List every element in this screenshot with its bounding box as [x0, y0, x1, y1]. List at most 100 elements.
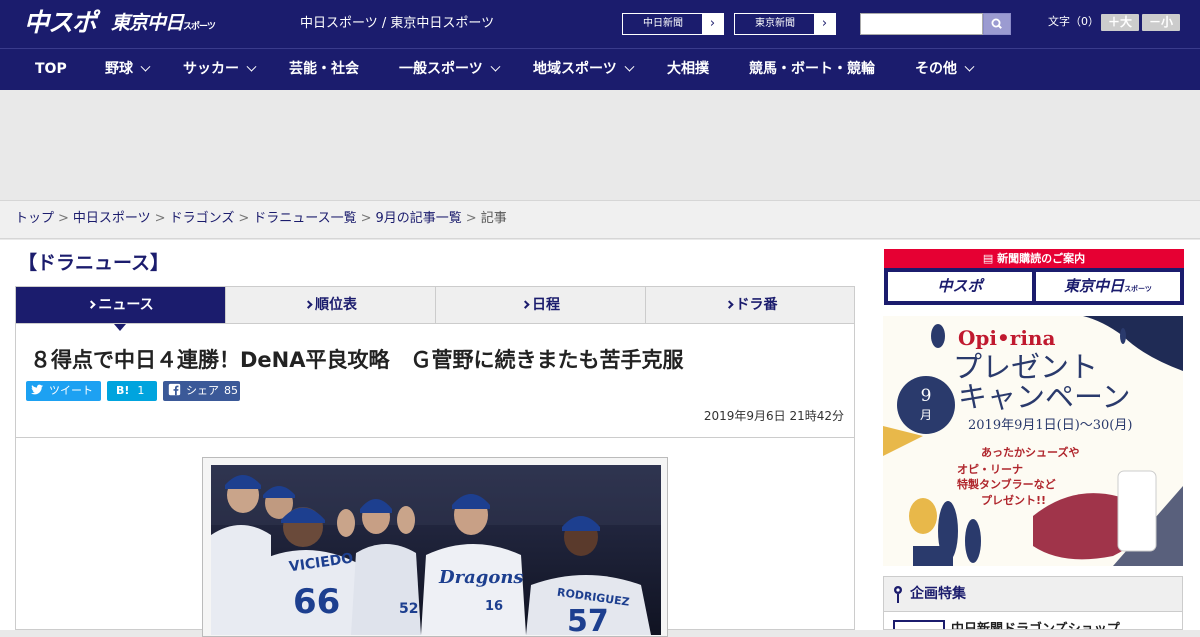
chevron-right-icon: ›: [814, 14, 835, 34]
article-photo[interactable]: VICIEDO 66 52 Dragons 16 RODRIGUEZ 57: [211, 465, 661, 635]
nav-item-sumo[interactable]: 大相撲: [667, 49, 709, 90]
jersey-number-52: 52: [399, 601, 418, 617]
article-timestamp: 2019年9月6日 21時42分: [703, 409, 844, 423]
nav-label: 野球: [105, 61, 133, 77]
nav-label: TOP: [35, 61, 67, 77]
feature-section-title: 企画特集: [910, 586, 966, 602]
promo-month-badge: 9 月: [897, 376, 955, 434]
breadcrumb: トップ > 中日スポーツ > ドラゴンズ > ドラニュース一覧 >9月の記事一覧 > 記事: [15, 210, 507, 228]
chunichi-shimbun-label: 中日新聞: [643, 18, 683, 29]
breadcrumb-dora-news-list[interactable]: ドラニュース一覧: [253, 211, 356, 226]
article-divider: [16, 437, 854, 438]
nav-label: 一般スポーツ: [399, 61, 483, 77]
breadcrumb-current: 記事: [480, 211, 507, 226]
chevron-right-icon: [87, 300, 97, 309]
tokyo-shimbun-link[interactable]: 東京新聞 ›: [734, 13, 836, 35]
tweet-label: ツイート: [49, 384, 93, 397]
breadcrumb-chunichi-sports[interactable]: 中日スポーツ: [73, 211, 151, 226]
tab-dora-ban[interactable]: ドラ番: [646, 287, 856, 323]
nav-item-racing[interactable]: 競馬・ボート・競輪: [749, 49, 875, 90]
nav-item-general-sports[interactable]: 一般スポーツ: [399, 49, 501, 90]
section-title: 【ドラニュース】: [18, 252, 170, 274]
nav-label: その他: [915, 61, 957, 77]
jersey-number-16: 16: [485, 599, 503, 614]
tokyo-logo-small: スポーツ: [183, 22, 216, 32]
nav-item-entertainment[interactable]: 芸能・社会: [289, 49, 359, 90]
breadcrumb-separator: >: [360, 211, 372, 226]
subscribe-tokyo-small: スポーツ: [1124, 285, 1152, 293]
breadcrumb-top[interactable]: トップ: [15, 211, 54, 226]
chevron-down-icon: [964, 61, 975, 72]
chevron-right-icon: [521, 300, 530, 309]
article-photo-frame: VICIEDO 66 52 Dragons 16 RODRIGUEZ 57: [202, 457, 668, 637]
tab-label: ドラ番: [735, 297, 778, 313]
nav-item-regional-sports[interactable]: 地域スポーツ: [533, 49, 635, 90]
tab-news[interactable]: ニュース: [16, 287, 226, 323]
nav-label: 競馬・ボート・競輪: [749, 61, 875, 77]
breadcrumb-bar: トップ > 中日スポーツ > ドラゴンズ > ドラニュース一覧 >9月の記事一覧 > 記事: [0, 200, 1200, 239]
subscribe-chuspo-link[interactable]: 中スポ: [888, 272, 1032, 301]
jersey-dragons-script: Dragons: [438, 567, 524, 588]
subscribe-tokyo-chunichi-link[interactable]: 東京中日スポーツ: [1036, 272, 1180, 301]
search-input[interactable]: [860, 13, 983, 35]
jersey-number-66: 66: [293, 582, 340, 622]
chevron-down-icon: [140, 61, 151, 72]
hatena-bookmark-button[interactable]: B! 1: [107, 381, 157, 401]
nav-item-baseball[interactable]: 野球: [105, 49, 151, 90]
promo-date-range: 2019年9月1日(日)〜30(月): [968, 418, 1133, 433]
font-larger-button[interactable]: ＋大: [1101, 14, 1139, 31]
hatena-icon: B!: [116, 384, 130, 397]
chevron-down-icon: [246, 61, 257, 72]
jersey-number-57: 57: [567, 604, 609, 635]
chunichi-shimbun-link[interactable]: 中日新聞 ›: [622, 13, 724, 35]
site-title: 中日スポーツ / 東京中日スポーツ: [300, 16, 495, 31]
feature-section-header: 企画特集: [883, 576, 1183, 612]
search-button[interactable]: [983, 13, 1011, 35]
subscribe-tokyo-label: 東京中日: [1064, 277, 1125, 295]
nav-label: 大相撲: [667, 61, 709, 77]
promo-month-number: 9: [920, 386, 932, 406]
right-sidebar: ▤ 新聞購読のご案内 中スポ 東京中日スポーツ Opi•rina プレゼント キ…: [870, 240, 1200, 630]
subscription-header: ▤ 新聞購読のご案内: [884, 249, 1184, 268]
tab-standings[interactable]: 順位表: [226, 287, 436, 323]
main-column: 【ドラニュース】 ニュース 順位表 日程 ドラ番 ８得点で中日４連勝！DeNA平…: [0, 240, 870, 637]
facebook-share-label: シェア: [186, 384, 219, 397]
article-body: ８得点で中日４連勝！DeNA平良攻略 Ｇ菅野に続きまたも苦手克服 ツイート B!…: [15, 324, 855, 637]
promo-title-line2: キャンペーン: [958, 380, 1131, 414]
ad-banner-area: [0, 90, 1200, 200]
breadcrumb-separator: >: [58, 211, 69, 226]
twitter-icon: [31, 384, 44, 395]
promo-month-unit: 月: [919, 408, 932, 422]
breadcrumb-dragons[interactable]: ドラゴンズ: [170, 211, 235, 226]
search-icon: [991, 18, 1002, 29]
promo-line4: プレゼント!!: [981, 494, 1047, 507]
players-celebrating-image: VICIEDO 66 52 Dragons 16 RODRIGUEZ 57: [211, 465, 661, 635]
breadcrumb-september-list[interactable]: 9月の記事一覧: [376, 211, 462, 226]
tab-schedule[interactable]: 日程: [436, 287, 646, 323]
tab-label: ニュース: [98, 297, 154, 313]
promo-line3: 特製タンブラーなど: [957, 478, 1056, 491]
nav-item-top[interactable]: TOP: [35, 49, 67, 90]
present-campaign-banner[interactable]: Opi•rina プレゼント キャンペーン 2019年9月1日(日)〜30(月)…: [883, 316, 1183, 566]
chevron-right-icon: ›: [702, 14, 723, 34]
tab-label: 日程: [532, 297, 560, 313]
font-smaller-button[interactable]: －小: [1142, 14, 1180, 31]
breadcrumb-separator: >: [154, 211, 166, 226]
chuspo-logo[interactable]: 中スポ: [24, 8, 97, 38]
nav-label: 芸能・社会: [289, 61, 359, 77]
breadcrumb-separator: >: [465, 211, 477, 226]
tab-label: 順位表: [315, 297, 357, 313]
nav-item-soccer[interactable]: サッカー: [183, 49, 257, 90]
facebook-share-count: 85: [224, 384, 238, 397]
tweet-button[interactable]: ツイート: [26, 381, 101, 401]
tokyo-chunichi-logo[interactable]: 東京中日スポーツ: [111, 11, 216, 39]
nav-item-other[interactable]: その他: [915, 49, 975, 90]
subscription-header-label: 新聞購読のご案内: [997, 252, 1086, 265]
feature-item-dragons-shop[interactable]: 中日新聞ドラゴンズショップ: [883, 612, 1183, 630]
facebook-share-button[interactable]: シェア 85: [163, 381, 240, 401]
promo-brand: Opi•rina: [958, 326, 1056, 350]
facebook-icon: [168, 383, 181, 396]
chevron-right-icon: [304, 300, 313, 309]
promo-line1: あったかシューズや: [981, 446, 1080, 459]
article-headline: ８得点で中日４連勝！DeNA平良攻略 Ｇ菅野に続きまたも苦手克服: [30, 348, 684, 372]
